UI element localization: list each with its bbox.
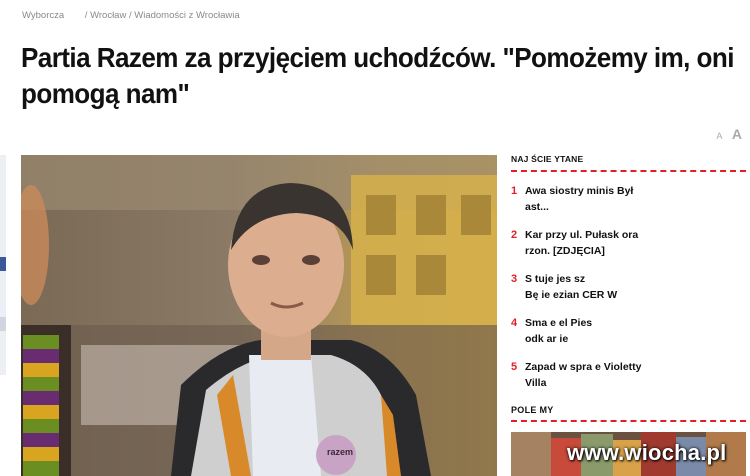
share-bar-edge <box>0 155 6 375</box>
list-item-number: 4 <box>511 317 518 329</box>
section-divider <box>511 170 746 172</box>
list-item-line2: Bę ie ezian CER W <box>525 289 618 301</box>
breadcrumb-section-link[interactable]: / Wrocław / Wiadomości z Wrocławia <box>85 10 240 21</box>
list-item-link[interactable]: Sma e el Pies odk ar ie <box>525 315 592 359</box>
list-item-link[interactable]: Awa siostry minis Był ast... <box>525 183 633 227</box>
list-item-number: 2 <box>511 229 518 241</box>
font-decrease-button[interactable]: A <box>716 131 722 141</box>
list-item-number: 5 <box>511 361 518 373</box>
list-item-line1: S tuje jes sz <box>525 273 586 285</box>
most-read-list: 1 Awa siostry minis Był ast... 2 Kar prz… <box>511 183 743 403</box>
list-item-number: 3 <box>511 273 518 285</box>
watermark-text: www.wiocha.pl <box>567 440 727 465</box>
list-item-line2: Villa <box>525 377 547 389</box>
article-title-line1: Partia Razem za przyjęciem uchodźców. "P… <box>21 42 734 73</box>
facebook-share-button[interactable] <box>0 257 6 271</box>
list-item-line1: Zapad w spra e Violetty <box>525 361 642 373</box>
list-item-line2: odk ar ie <box>525 333 569 345</box>
list-item-link[interactable]: S tuje jes sz Bę ie ezian CER W <box>525 271 617 315</box>
list-item-number: 1 <box>511 185 518 197</box>
list-item-line1: Sma e el Pies <box>525 317 593 329</box>
hero-badge-text: razem <box>327 447 354 457</box>
list-item[interactable]: 2 Kar przy ul. Pułask ora rzon. [ZDJĘCIA… <box>511 227 743 271</box>
list-item[interactable]: 1 Awa siostry minis Był ast... <box>511 183 743 227</box>
article-hero-image: razem <box>21 155 497 476</box>
list-item[interactable]: 3 S tuje jes sz Bę ie ezian CER W <box>511 271 743 315</box>
share-button[interactable] <box>0 317 6 331</box>
popular-heading: POLE MY <box>511 405 554 415</box>
list-item-line2: ast... <box>525 201 549 213</box>
article-title-line2: pomogą nam" <box>21 78 190 109</box>
breadcrumb-site-link[interactable]: Wyborcza <box>22 10 64 21</box>
list-item-line1: Awa siostry minis Był <box>525 185 634 197</box>
font-size-controls: A A <box>716 126 742 144</box>
list-item[interactable]: 5 Zapad w spra e Violetty Villa <box>511 359 743 403</box>
list-item[interactable]: 4 Sma e el Pies odk ar ie <box>511 315 743 359</box>
breadcrumb: Wyborcza / Wrocław / Wiadomości z Wrocła… <box>22 10 244 21</box>
list-item-line1: Kar przy ul. Pułask ora <box>525 229 639 241</box>
list-item-line2: rzon. [ZDJĘCIA] <box>525 245 605 257</box>
list-item-link[interactable]: Kar przy ul. Pułask ora rzon. [ZDJĘCIA] <box>525 227 638 271</box>
list-item-link[interactable]: Zapad w spra e Violetty Villa <box>525 359 642 403</box>
font-increase-button[interactable]: A <box>732 126 742 142</box>
section-divider <box>511 420 746 422</box>
most-read-heading: NAJ ŚCIE YTANE <box>511 154 584 164</box>
article-title: Partia Razem za przyjęciem uchodźców. "P… <box>21 40 734 112</box>
